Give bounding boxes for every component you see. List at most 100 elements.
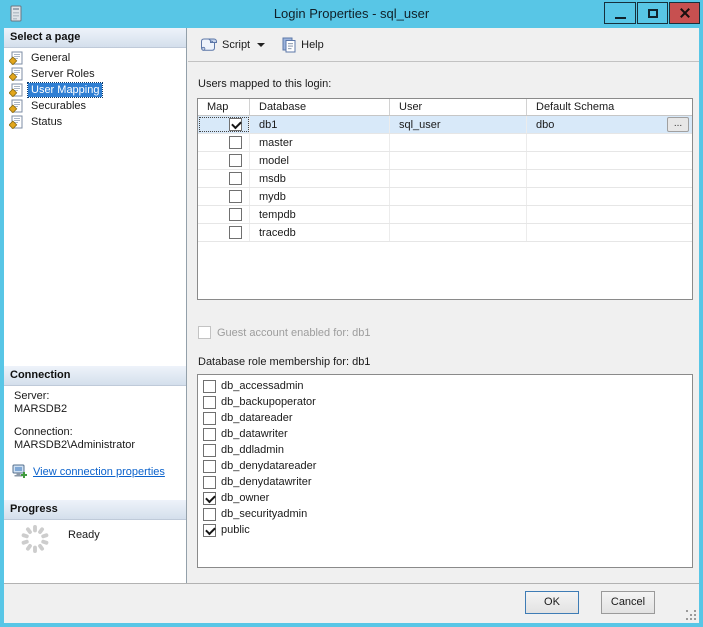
default-schema-browse-button[interactable]: ... (667, 117, 689, 132)
sidebar-page-label: Server Roles (31, 68, 95, 80)
sidebar-page-item-securables[interactable]: Securables (4, 98, 186, 114)
map-checkbox[interactable] (229, 172, 242, 185)
view-connection-properties-link[interactable]: View connection properties (12, 464, 165, 479)
default-schema-cell[interactable] (527, 170, 692, 187)
view-connection-properties-label: View connection properties (33, 465, 165, 478)
guest-account-checkbox-row: Guest account enabled for: db1 (198, 326, 371, 339)
database-cell[interactable]: model (250, 152, 390, 169)
role-checkbox[interactable] (203, 411, 216, 425)
map-checkbox[interactable] (229, 208, 242, 221)
map-cell[interactable] (198, 224, 250, 241)
page-list: General Server Roles User Mapping Secura… (4, 50, 186, 130)
help-button[interactable]: Help (277, 33, 328, 57)
title-bar: Login Properties - sql_user (0, 0, 703, 28)
role-list-item[interactable]: db_accessadmin (198, 378, 692, 394)
role-list-item[interactable]: db_owner (198, 490, 692, 506)
sidebar-page-item-general[interactable]: General (4, 50, 186, 66)
map-cell[interactable] (198, 206, 250, 223)
database-cell[interactable]: mydb (250, 188, 390, 205)
map-checkbox[interactable] (229, 154, 242, 167)
sidebar-page-item-status[interactable]: Status (4, 114, 186, 130)
table-column-header[interactable]: User (390, 99, 527, 115)
table-row[interactable]: tracedb (198, 224, 692, 242)
maximize-button[interactable] (637, 2, 668, 24)
database-cell[interactable]: msdb (250, 170, 390, 187)
user-cell[interactable] (390, 170, 527, 187)
role-list-item[interactable]: db_securityadmin (198, 506, 692, 522)
database-cell[interactable]: tempdb (250, 206, 390, 223)
map-cell[interactable] (198, 116, 250, 133)
main-panel: Script Help Users mapped to this login: (188, 28, 699, 583)
maximize-icon (647, 8, 658, 18)
footer-bar: OK Cancel (4, 583, 699, 623)
default-schema-cell[interactable] (527, 206, 692, 223)
default-schema-cell[interactable]: dbo... (527, 116, 692, 133)
role-membership-label: Database role membership for: db1 (198, 356, 371, 368)
user-cell[interactable] (390, 206, 527, 223)
page-icon (9, 51, 23, 65)
map-cell[interactable] (198, 152, 250, 169)
default-schema-cell[interactable] (527, 224, 692, 241)
cancel-button[interactable]: Cancel (601, 591, 655, 614)
select-a-page-header: Select a page (4, 28, 186, 48)
table-column-header[interactable]: Default Schema (527, 99, 692, 115)
map-cell[interactable] (198, 134, 250, 151)
role-label: db_datawriter (221, 428, 288, 440)
table-row[interactable]: model (198, 152, 692, 170)
role-checkbox[interactable] (203, 379, 216, 393)
connection-label: Connection: (14, 426, 73, 438)
user-cell[interactable]: sql_user (390, 116, 527, 133)
table-row[interactable]: mydb (198, 188, 692, 206)
map-cell[interactable] (198, 188, 250, 205)
role-list-item[interactable]: db_datawriter (198, 426, 692, 442)
default-schema-cell[interactable] (527, 188, 692, 205)
sidebar-page-label: General (31, 52, 71, 64)
default-schema-cell[interactable] (527, 152, 692, 169)
role-list-item[interactable]: db_denydatareader (198, 458, 692, 474)
database-cell[interactable]: master (250, 134, 390, 151)
map-checkbox[interactable] (229, 118, 242, 131)
user-mapping-table: Map Database User Default Schema db1 sql_us… (197, 98, 693, 300)
sidebar-page-label: User Mapping (26, 82, 104, 98)
role-list-item[interactable]: db_ddladmin (198, 442, 692, 458)
role-list-item[interactable]: db_backupoperator (198, 394, 692, 410)
resize-grip[interactable] (686, 610, 696, 620)
role-checkbox[interactable] (203, 395, 216, 409)
user-cell[interactable] (390, 152, 527, 169)
role-list-item[interactable]: db_denydatawriter (198, 474, 692, 490)
role-checkbox[interactable] (203, 459, 216, 473)
table-column-header[interactable]: Database (250, 99, 390, 115)
map-cell[interactable] (198, 170, 250, 187)
map-checkbox[interactable] (229, 226, 242, 239)
connection-properties-icon (12, 464, 27, 478)
role-list-item[interactable]: db_datareader (198, 410, 692, 426)
ok-button[interactable]: OK (525, 591, 579, 614)
table-row[interactable]: master (198, 134, 692, 152)
sidebar-page-label: Status (31, 116, 63, 128)
table-row[interactable]: msdb (198, 170, 692, 188)
table-row[interactable]: db1 sql_user dbo... (198, 116, 692, 134)
close-button[interactable] (669, 2, 700, 24)
role-checkbox[interactable] (203, 507, 216, 521)
sidebar-page-item-user-mapping[interactable]: User Mapping (4, 82, 186, 98)
table-column-header[interactable]: Map (198, 99, 250, 115)
role-checkbox[interactable] (203, 475, 216, 489)
role-checkbox[interactable] (203, 523, 216, 537)
script-button[interactable]: Script (196, 33, 271, 57)
dialog-content: Select a page General Server Roles User (4, 28, 699, 623)
user-cell[interactable] (390, 134, 527, 151)
role-checkbox[interactable] (203, 491, 216, 505)
map-checkbox[interactable] (229, 136, 242, 149)
database-cell[interactable]: db1 (250, 116, 390, 133)
map-checkbox[interactable] (229, 190, 242, 203)
default-schema-cell[interactable] (527, 134, 692, 151)
role-list-item[interactable]: public (198, 522, 692, 538)
minimize-button[interactable] (604, 2, 636, 24)
user-cell[interactable] (390, 188, 527, 205)
database-cell[interactable]: tracedb (250, 224, 390, 241)
table-row[interactable]: tempdb (198, 206, 692, 224)
role-checkbox[interactable] (203, 427, 216, 441)
sidebar-page-item-server-roles[interactable]: Server Roles (4, 66, 186, 82)
user-cell[interactable] (390, 224, 527, 241)
role-checkbox[interactable] (203, 443, 216, 457)
